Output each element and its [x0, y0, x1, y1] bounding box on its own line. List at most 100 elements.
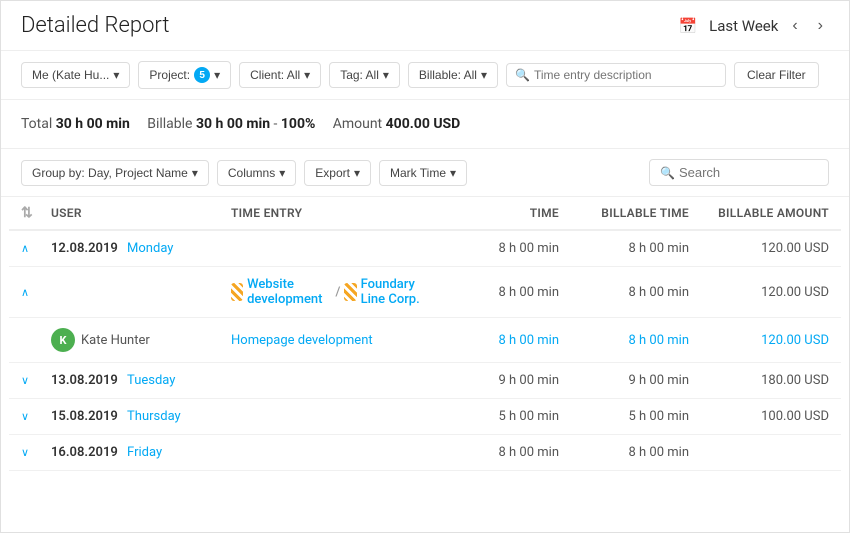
- calendar-icon: 📅: [678, 17, 697, 35]
- dropdown-icon: ▾: [383, 68, 389, 82]
- table-row: ∧ Website development / Foundary Line Co…: [9, 267, 841, 318]
- sort-icon: ⇅: [21, 205, 33, 221]
- date-label: 12.08.2019 Monday: [51, 241, 231, 256]
- time-value: 8 h 00 min: [439, 241, 559, 256]
- tag-filter-button[interactable]: Tag: All ▾: [329, 62, 400, 88]
- billable-time-value: 8 h 00 min: [559, 333, 689, 348]
- header-right: 📅 Last Week ‹ ›: [678, 15, 829, 37]
- time-value: 9 h 00 min: [439, 373, 559, 388]
- time-value[interactable]: 8 h 00 min: [439, 333, 559, 348]
- dropdown-icon: ▾: [304, 68, 310, 82]
- week-label: Last Week: [709, 17, 778, 35]
- chevron-icon[interactable]: ∨: [21, 446, 51, 459]
- chevron-icon[interactable]: ∨: [21, 410, 51, 423]
- col-billable-time: Billable Time: [559, 206, 689, 220]
- total-value: 30 h 00 min: [56, 116, 130, 132]
- search-icon: 🔍: [515, 68, 530, 82]
- amount-value: 400.00 USD: [386, 116, 461, 132]
- billable-value: 30 h 00 min: [196, 116, 270, 132]
- app-container: Detailed Report 📅 Last Week ‹ › Me (Kate…: [0, 0, 850, 533]
- total-label: Total: [21, 116, 52, 132]
- description-search-input[interactable]: [534, 68, 717, 82]
- amount-value: 180.00 USD: [689, 373, 829, 388]
- billable-filter-button[interactable]: Billable: All ▾: [408, 62, 498, 88]
- dropdown-icon: ▾: [214, 68, 220, 82]
- table-row: ∧ 12.08.2019 Monday 8 h 00 min 8 h 00 mi…: [9, 231, 841, 267]
- project-icon-2: [344, 283, 356, 301]
- project-label-2[interactable]: Foundary Line Corp.: [361, 277, 439, 307]
- table-search: 🔍: [649, 159, 829, 186]
- columns-label: Columns: [228, 166, 275, 180]
- table-row: K Kate Hunter Homepage development 8 h 0…: [9, 318, 841, 363]
- amount-label: Amount: [333, 116, 382, 132]
- chevron-icon[interactable]: ∧: [21, 242, 51, 255]
- avatar: K: [51, 328, 75, 352]
- billable-time-value: 8 h 00 min: [559, 285, 689, 300]
- billable-label: Billable: [147, 116, 192, 132]
- project-icon-1: [231, 283, 243, 301]
- amount-value: 120.00 USD: [689, 285, 829, 300]
- dropdown-icon: ▾: [192, 166, 198, 180]
- amount-value: 120.00 USD: [689, 333, 829, 348]
- page-title: Detailed Report: [21, 13, 169, 38]
- table-row: ∨ 13.08.2019 Tuesday 9 h 00 min 9 h 00 m…: [9, 363, 841, 399]
- time-value: 8 h 00 min: [439, 285, 559, 300]
- filter-bar: Me (Kate Hu... ▾ Project: 5 ▾ Client: Al…: [1, 51, 849, 100]
- client-filter-label: Client: All: [250, 68, 300, 82]
- col-time-entry: Time Entry: [231, 206, 439, 220]
- billable-time-value: 8 h 00 min: [559, 241, 689, 256]
- table-row: ∨ 16.08.2019 Friday 8 h 00 min 8 h 00 mi…: [9, 435, 841, 471]
- table-row: ∨ 15.08.2019 Thursday 5 h 00 min 5 h 00 …: [9, 399, 841, 435]
- export-button[interactable]: Export ▾: [304, 160, 371, 186]
- mark-time-label: Mark Time: [390, 166, 446, 180]
- date-label: 15.08.2019 Thursday: [51, 409, 231, 424]
- clear-filter-button[interactable]: Clear Filter: [734, 62, 819, 88]
- tag-filter-label: Tag: All: [340, 68, 379, 82]
- table-container: ⇅ User Time Entry Time Billable Time Bil…: [1, 197, 849, 471]
- amount-value: 120.00 USD: [689, 241, 829, 256]
- group-by-label: Group by: Day, Project Name: [32, 166, 188, 180]
- export-label: Export: [315, 166, 350, 180]
- next-week-button[interactable]: ›: [812, 15, 829, 37]
- billable-time-value: 5 h 00 min: [559, 409, 689, 424]
- date-label: 16.08.2019 Friday: [51, 445, 231, 460]
- prev-week-button[interactable]: ‹: [786, 15, 803, 37]
- date-label: 13.08.2019 Tuesday: [51, 373, 231, 388]
- project-name: Website development / Foundary Line Corp…: [231, 277, 439, 307]
- table-search-input[interactable]: [679, 165, 818, 180]
- col-sort: ⇅: [21, 205, 51, 221]
- chevron-icon[interactable]: ∨: [21, 374, 51, 387]
- dropdown-icon: ▾: [481, 68, 487, 82]
- client-filter-button[interactable]: Client: All ▾: [239, 62, 321, 88]
- col-user: User: [51, 206, 231, 220]
- search-icon: 🔍: [660, 166, 675, 180]
- col-billable-amount: Billable Amount: [689, 206, 829, 220]
- table-header: ⇅ User Time Entry Time Billable Time Bil…: [9, 197, 841, 231]
- dropdown-icon: ▾: [450, 166, 456, 180]
- group-by-button[interactable]: Group by: Day, Project Name ▾: [21, 160, 209, 186]
- time-entry-link[interactable]: Homepage development: [231, 333, 373, 348]
- time-value: 5 h 00 min: [439, 409, 559, 424]
- columns-button[interactable]: Columns ▾: [217, 160, 296, 186]
- user-filter-button[interactable]: Me (Kate Hu... ▾: [21, 62, 130, 88]
- summary-bar: Total 30 h 00 min Billable 30 h 00 min -…: [1, 100, 849, 149]
- dropdown-icon: ▾: [113, 68, 119, 82]
- dropdown-icon: ▾: [354, 166, 360, 180]
- chevron-icon[interactable]: ∧: [21, 286, 51, 299]
- amount-value: 100.00 USD: [689, 409, 829, 424]
- mark-time-button[interactable]: Mark Time ▾: [379, 160, 467, 186]
- col-time: Time: [439, 206, 559, 220]
- dropdown-icon: ▾: [279, 166, 285, 180]
- billable-time-value: 9 h 00 min: [559, 373, 689, 388]
- header: Detailed Report 📅 Last Week ‹ ›: [1, 1, 849, 51]
- billable-time-value: 8 h 00 min: [559, 445, 689, 460]
- user-name: K Kate Hunter: [51, 328, 231, 352]
- billable-filter-label: Billable: All: [419, 68, 477, 82]
- billable-pct: 100%: [281, 116, 315, 132]
- project-filter-label: Project:: [149, 68, 190, 82]
- description-search: 🔍: [506, 63, 726, 87]
- project-label-1[interactable]: Website development: [247, 277, 331, 307]
- project-filter-button[interactable]: Project: 5 ▾: [138, 61, 231, 89]
- time-value: 8 h 00 min: [439, 445, 559, 460]
- user-filter-label: Me (Kate Hu...: [32, 68, 109, 82]
